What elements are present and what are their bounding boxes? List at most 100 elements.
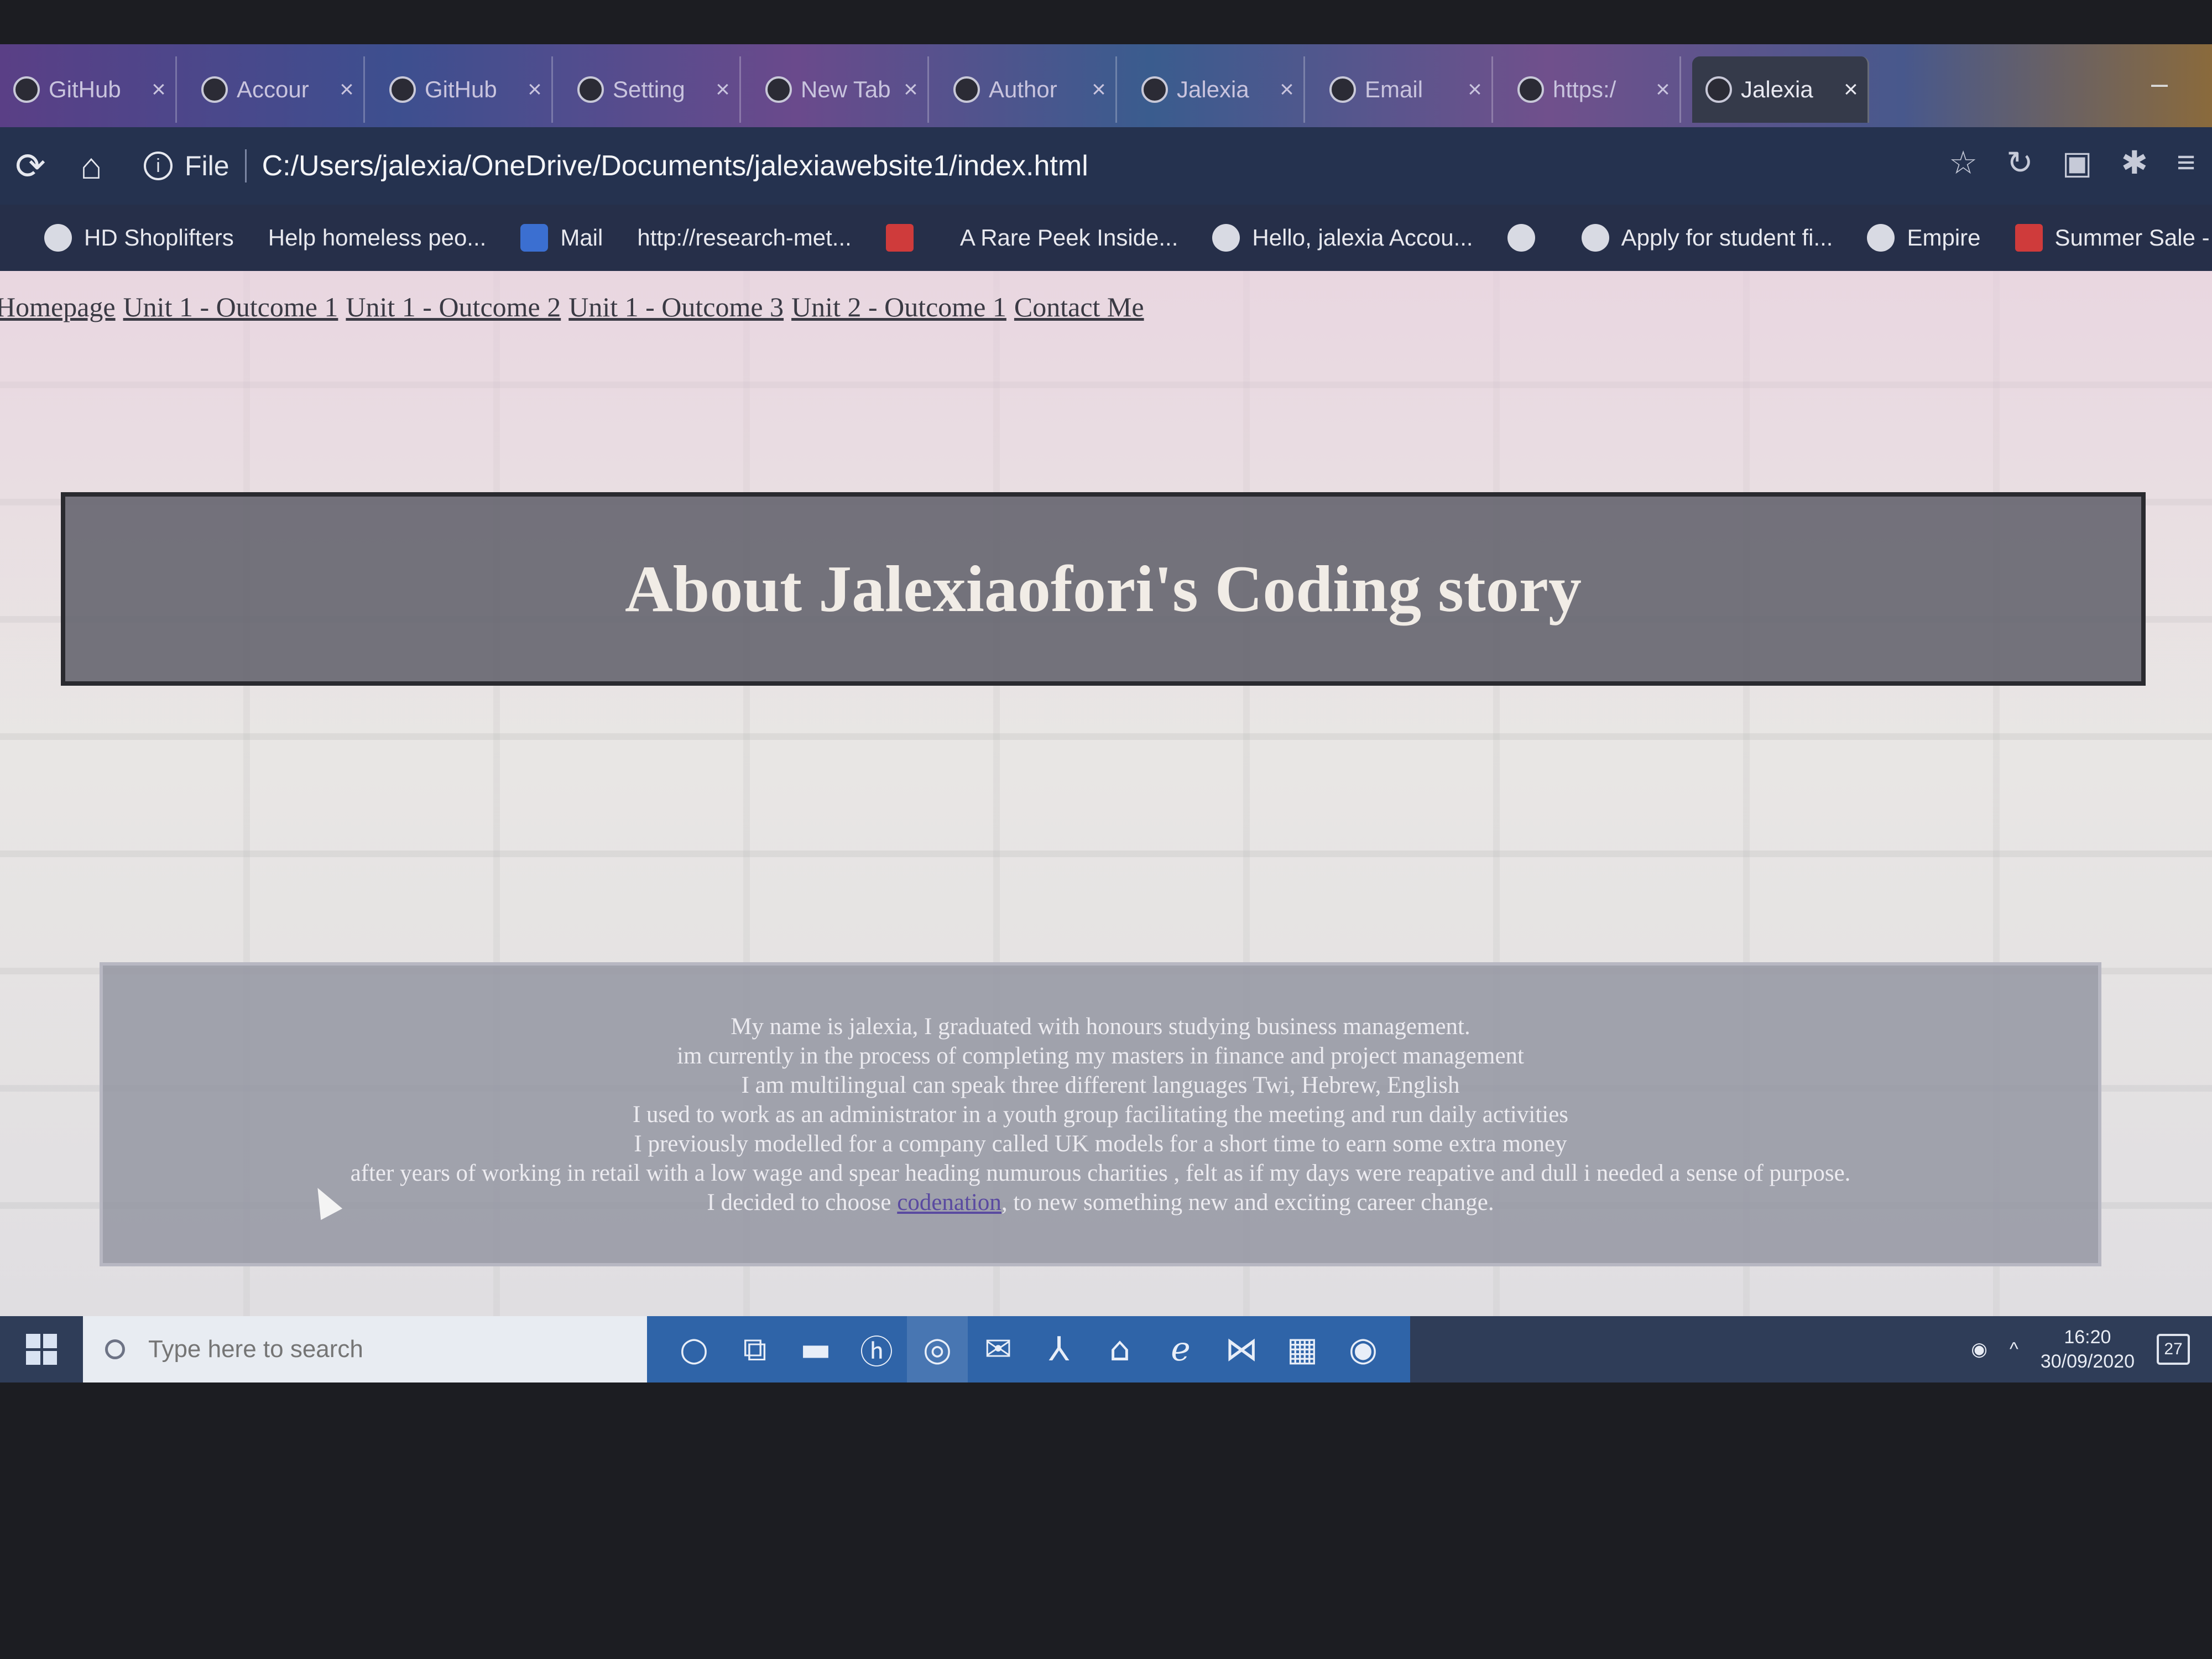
bookmark-item[interactable] [885,224,926,252]
file-explorer-icon[interactable]: ▬ [785,1316,846,1383]
puzzle-icon[interactable]: ✱ [2121,144,2148,181]
star-icon[interactable]: ☆ [1949,144,1978,181]
story-text: I decided to choose [707,1189,898,1215]
chrome-icon[interactable]: ◎ [907,1316,968,1383]
info-icon: i [144,152,173,180]
nav-link-unit1-outcome2[interactable]: Unit 1 - Outcome 2 [346,291,561,323]
page-title: About Jalexiaofori's Coding story [624,552,1582,625]
notification-center-icon[interactable]: 27 [2157,1334,2190,1365]
bookmark-label: A Rare Peek Inside... [959,225,1178,251]
globe-icon [1581,224,1609,252]
mail-icon[interactable]: ✉ [968,1316,1029,1383]
tab-title: GitHub [49,76,121,102]
browser-tab[interactable]: Accour × [188,56,365,123]
tab-title: Jalexia [1177,76,1249,102]
reading-list-icon[interactable]: ≡ [2177,144,2195,181]
tab-close-icon[interactable]: × [518,76,551,103]
tab-favicon-icon [953,76,980,103]
browser-tab[interactable]: Email × [1316,56,1493,123]
system-tray: ◉ ^ 16:20 30/09/2020 27 [1971,1316,2190,1383]
bookmark-label: HD Shoplifters [84,225,234,251]
bookmark-item[interactable]: http://research-met... [637,225,851,251]
tab-close-icon[interactable]: × [142,76,175,103]
home-icon[interactable]: ⌂ [61,145,122,187]
bookmark-item[interactable]: Empire [1867,224,1981,252]
bookmarks-bar: HD Shoplifters Help homeless peo... Mail ht… [0,205,2212,271]
search-input[interactable] [147,1335,603,1364]
codenation-link[interactable]: codenation [897,1190,1001,1215]
hp-icon[interactable]: ⓗ [846,1316,907,1383]
reload-icon[interactable]: ⟳ [0,145,61,187]
chevron-up-icon[interactable]: ^ [2010,1339,2018,1360]
taskbar: ○⧉▬ⓗ◎✉⅄⌂ℯ⋈▦◉ ◉ ^ 16:20 30/09/2020 27 [0,1316,2212,1383]
tab-close-icon[interactable]: × [1270,76,1303,103]
vscode-icon[interactable]: ⋈ [1211,1316,1272,1383]
bookmark-item[interactable]: A Rare Peek Inside... [960,225,1178,251]
tab-title: Author [989,76,1057,102]
nav-link-homepage[interactable]: Homepage [0,291,116,323]
nav-link-contact[interactable]: Contact Me [1014,291,1144,323]
tab-favicon-icon [765,76,792,103]
tab-close-icon[interactable]: × [894,76,927,103]
story-line: I used to work as an administrator in a … [632,1101,1569,1128]
site-info[interactable]: i File [144,150,229,182]
search-icon [105,1339,125,1359]
browser-tab[interactable]: Jalexia × [1128,56,1305,123]
browser-tab[interactable]: https:/ × [1504,56,1681,123]
web-page: Homepage Unit 1 - Outcome 1 Unit 1 - Out… [0,271,2212,1316]
bookmark-item[interactable] [1507,224,1547,252]
tab-favicon-icon [389,76,416,103]
taskbar-search[interactable] [83,1316,647,1383]
bookmark-label: Help homeless peo... [268,225,487,251]
tab-strip: GitHub × Accour × GitHub × Setting × New Tab × Aut… [0,44,2212,127]
tab-favicon-icon [13,76,40,103]
url-separator [244,149,247,182]
tab-close-icon[interactable]: × [1834,76,1867,103]
minimize-button[interactable]: – [2151,66,2168,101]
browser-tab[interactable]: Author × [940,56,1117,123]
tab-close-icon[interactable]: × [1082,76,1115,103]
browser-tab[interactable]: New Tab × [752,56,929,123]
media-icon[interactable]: ◉ [1333,1316,1394,1383]
windows-start-button[interactable] [0,1316,83,1383]
tab-close-icon[interactable]: × [1646,76,1679,103]
task-view-icon[interactable]: ⧉ [724,1316,785,1383]
tab-title: Accour [237,76,309,102]
extension-square-icon[interactable]: ▣ [2062,144,2093,181]
story-panel: My name is jalexia, I graduated with hon… [100,962,2101,1266]
tab-close-icon[interactable]: × [1458,76,1491,103]
tab-title: New Tab [801,76,891,102]
browser-tab[interactable]: GitHub × [376,56,553,123]
url-field[interactable]: C:/Users/jalexia/OneDrive/Documents/jale… [262,149,1088,182]
bookmark-item[interactable]: Help homeless peo... [268,225,487,251]
nav-link-unit1-outcome1[interactable]: Unit 1 - Outcome 1 [123,291,338,323]
bookmark-label: Empire [1907,225,1981,251]
bookmark-item[interactable]: HD Shoplifters [44,224,234,252]
nav-link-unit1-outcome3[interactable]: Unit 1 - Outcome 3 [568,291,784,323]
extension-refresh-icon[interactable]: ↻ [2006,144,2033,181]
network-icon[interactable]: ◉ [1971,1338,1987,1360]
edge-icon[interactable]: ℯ [1150,1316,1211,1383]
bookmark-item[interactable]: Summer Sale - Sal [2015,224,2212,252]
bookmark-item[interactable]: Apply for student fi... [1581,224,1833,252]
browser-tab[interactable]: GitHub × [0,56,177,123]
tab-title: Setting [613,76,685,102]
clock-time: 16:20 [2064,1327,2111,1348]
bookmark-item[interactable]: Mail [520,224,603,252]
acrobat-icon[interactable]: ⅄ [1029,1316,1089,1383]
bookmark-label: Mail [560,225,603,251]
store-icon[interactable]: ▦ [1272,1316,1333,1383]
tab-close-icon[interactable]: × [330,76,363,103]
red-logo-icon [885,224,914,252]
browser-tab[interactable]: Setting × [564,56,741,123]
page-nav: Homepage Unit 1 - Outcome 1 Unit 1 - Out… [0,291,1144,323]
home-icon[interactable]: ⌂ [1089,1316,1150,1383]
site-info-label: File [185,150,229,181]
browser-tab[interactable]: Jalexia × [1692,56,1869,123]
cortana-icon[interactable]: ○ [664,1316,724,1383]
tab-close-icon[interactable]: × [706,76,739,103]
clock[interactable]: 16:20 30/09/2020 [2041,1325,2135,1374]
bookmark-item[interactable]: Hello, jalexia Accou... [1212,224,1473,252]
globe-icon [44,224,72,252]
nav-link-unit2-outcome1[interactable]: Unit 2 - Outcome 1 [791,291,1006,323]
